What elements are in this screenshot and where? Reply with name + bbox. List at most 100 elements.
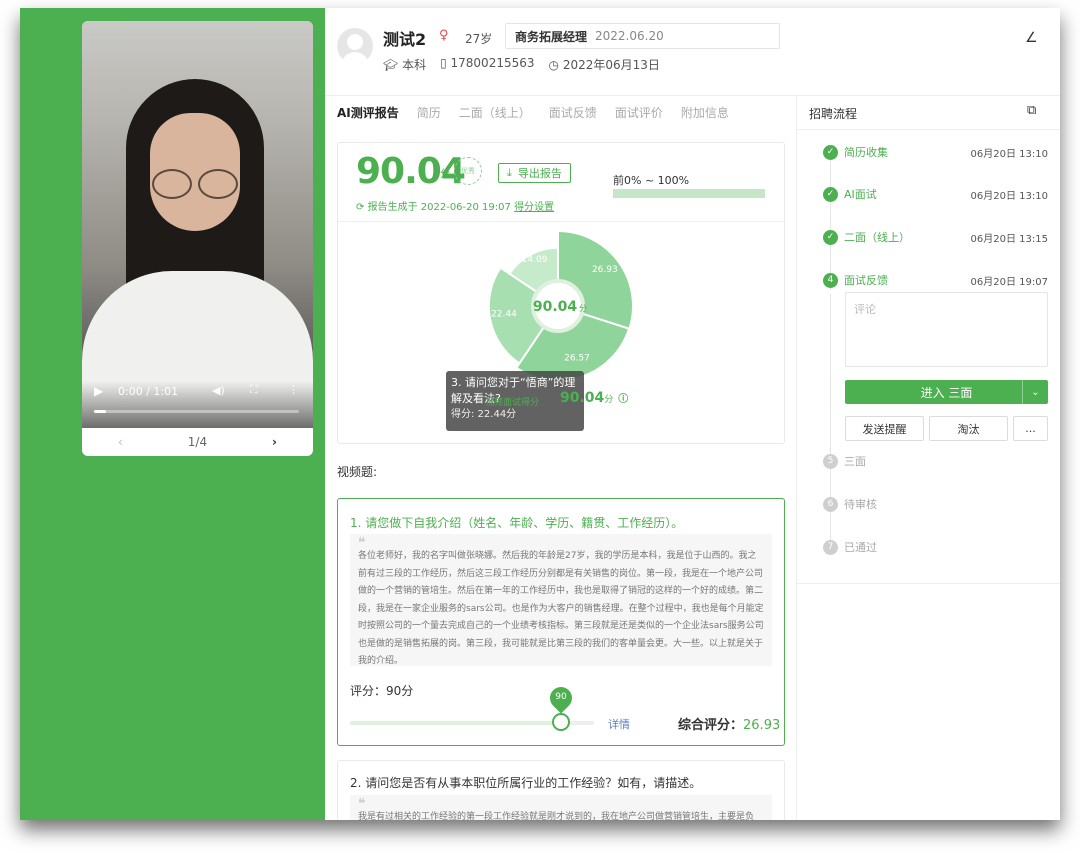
step-label: 待审核 [844,498,877,511]
export-label: 导出报告 [517,167,562,180]
candidate-video[interactable]: ▶ 0:00 / 1:01 ◀) ⛶ ⋮ [82,21,313,428]
score-setting-link[interactable]: 得分设置 [514,202,554,213]
chevron-down-icon[interactable]: ⌄ [1022,380,1048,404]
play-icon[interactable]: ▶ [94,384,103,398]
check-icon: ✓ [823,144,838,160]
phone-text: 17800215563 [450,56,535,70]
excellent-seal-icon: 优秀 [454,157,482,185]
tooltip-video-score: 90.04分 ⓘ [560,390,628,406]
tab-evaluation[interactable]: 面试评价 [615,104,663,121]
step-label: 简历收集 [844,146,888,159]
external-edit-icon[interactable]: ⧉ [1027,103,1036,118]
detail-link[interactable]: 详情 [608,716,630,732]
more-vert-icon[interactable]: ⋮ [288,383,299,396]
report-tabs: AI测评报告 简历 二面（线上） 面试反馈 面试评价 附加信息 [337,104,729,121]
date-text: 2022年06月13日 [562,58,660,72]
video-progress-bar[interactable] [94,410,299,413]
rating-slider-thumb[interactable] [552,713,570,731]
step-time: 06月20日 13:15 [970,233,1048,245]
tooltip-video-score-value: 90.04 [560,390,605,406]
video-pager: ‹ 1/4 › [82,428,313,456]
step-label: 已通过 [844,541,877,554]
score-unit: 分 [440,169,450,180]
pie-center-value: 90.04 [533,299,578,315]
answer-text: 各位老师好，我的名字叫做张晓娜。然后我的年龄是27岁，我的学历是本科，我是位于山… [358,551,764,666]
step-label: AI面试 [844,188,877,201]
process-step-1[interactable]: ✓ 简历收集 06月20日 13:10 [823,144,1048,160]
app-frame: ▶ 0:00 / 1:01 ◀) ⛶ ⋮ ‹ 1/4 › 测试2 ♀ 27岁 商… [20,8,1060,820]
tab-attachments[interactable]: 附加信息 [681,104,729,121]
check-icon: ✓ [823,186,838,202]
info-icon[interactable]: ⓘ [618,394,628,405]
tab-ai-report[interactable]: AI测评报告 [337,104,399,121]
step-number: 4 [823,272,838,288]
more-actions-button[interactable]: ... [1013,416,1048,441]
process-title: 招聘流程 [809,107,858,121]
report-card: 90.04 分 优秀 ⤓ 导出报告 前0% ~ 100% ⟳ 报告生成于 202… [337,142,785,444]
rank-bar [613,189,765,198]
question-card[interactable]: 1. 请您做下自我介绍（姓名、年龄、学历、籍贯、工作经历）。 ❝ 各位老师好，我… [337,498,785,746]
candidate-age: 27岁 [465,32,493,46]
process-bottom-divider [797,583,1060,584]
process-step-7[interactable]: 7 已通过 [823,539,1048,555]
process-step-2[interactable]: ✓ AI面试 06月20日 13:10 [823,186,1048,202]
export-report-button[interactable]: ⤓ 导出报告 [498,163,571,183]
composite-value: 26.93 [743,718,781,733]
answer-quote: ❝ 各位老师好，我的名字叫做张晓娜。然后我的年龄是27岁，我的学历是本科，我是位… [350,534,772,666]
column-divider [796,95,797,820]
step-label: 二面（线上） [844,231,910,244]
question-title: 2. 请问您是否有从事本职位所属行业的工作经验？如有，请描述。 [350,776,702,790]
pie-slice-label: 14.09 [522,255,548,265]
report-generated-line: ⟳ 报告生成于 2022-06-20 19:07 得分设置 [356,198,554,213]
question-title: 1. 请您做下自我介绍（姓名、年龄、学历、籍贯、工作经历）。 [350,516,684,530]
tooltip-score-unit: 分 [604,395,614,405]
pie-slice-label: 22.44 [491,310,517,320]
enter-next-round-button[interactable]: 进入 三面 [845,380,1048,404]
prev-video-icon[interactable]: ‹ [118,435,123,449]
video-page-indicator: 1/4 [187,435,208,449]
process-step-6[interactable]: 6 待审核 [823,496,1048,512]
question-card[interactable]: 2. 请问您是否有从事本职位所属行业的工作经验？如有，请描述。 ❝ 我是有过相关… [337,760,785,820]
volume-icon[interactable]: ◀) [212,384,225,397]
process-step-5[interactable]: 5 三面 [823,453,1048,469]
video-time: 0:00 / 1:01 [118,385,179,398]
education-text: 本科 [402,58,427,72]
rating-pin-value: 90 [555,692,567,702]
fullscreen-icon[interactable]: ⛶ [250,383,258,397]
tab-feedback[interactable]: 面试反馈 [549,104,597,121]
process-line-done [830,160,831,290]
video-person-glasses [148,169,242,201]
video-card: ▶ 0:00 / 1:01 ◀) ⛶ ⋮ ‹ 1/4 › [82,21,313,456]
job-date: 2022.06.20 [595,29,664,43]
candidate-name: 测试2 [383,30,427,49]
reject-button[interactable]: 淘汰 [929,416,1008,441]
rank-bar-fill [613,189,765,198]
job-box[interactable]: 商务拓展经理 2022.06.20 [505,23,780,49]
check-icon: ✓ [823,229,838,245]
step-number: 5 [823,453,838,469]
step-time: 06月20日 13:10 [970,148,1048,160]
step-time: 06月20日 19:07 [970,276,1048,288]
quote-icon: ❝ [358,796,366,812]
comment-input[interactable]: 评论 [845,292,1048,367]
education-icon: 🎓︎ [383,58,399,72]
pie-slice-label: 26.57 [564,354,590,364]
step-label: 三面 [844,455,866,468]
process-step-3[interactable]: ✓ 二面（线上） 06月20日 13:15 [823,229,1048,245]
clock-icon: ◷ [548,58,559,72]
next-video-icon[interactable]: › [272,435,277,449]
rating-label: 评分：90分 [350,684,414,698]
answer-text: 我是有过相关的工作经验的第一段工作经验就是刚才说到的，我在地产公司做营销管培生，… [358,812,755,820]
education-item: 🎓︎ 本科 [383,56,426,73]
step-number: 7 [823,539,838,555]
refresh-icon[interactable]: ⟳ [356,202,364,213]
tooltip-score-line: 得分: 22.44分 [451,409,517,420]
step-time: 06月20日 13:10 [970,190,1048,202]
send-reminder-button[interactable]: 发送提醒 [845,416,924,441]
tab-second-interview[interactable]: 二面（线上） [459,104,531,121]
composite-label: 综合评分： [678,718,744,733]
process-step-4[interactable]: 4 面试反馈 06月20日 19:07 [823,272,1048,288]
edit-icon[interactable]: ∠ [1025,30,1038,46]
tab-resume[interactable]: 简历 [417,104,441,121]
pie-center-unit: 分 [579,304,587,313]
